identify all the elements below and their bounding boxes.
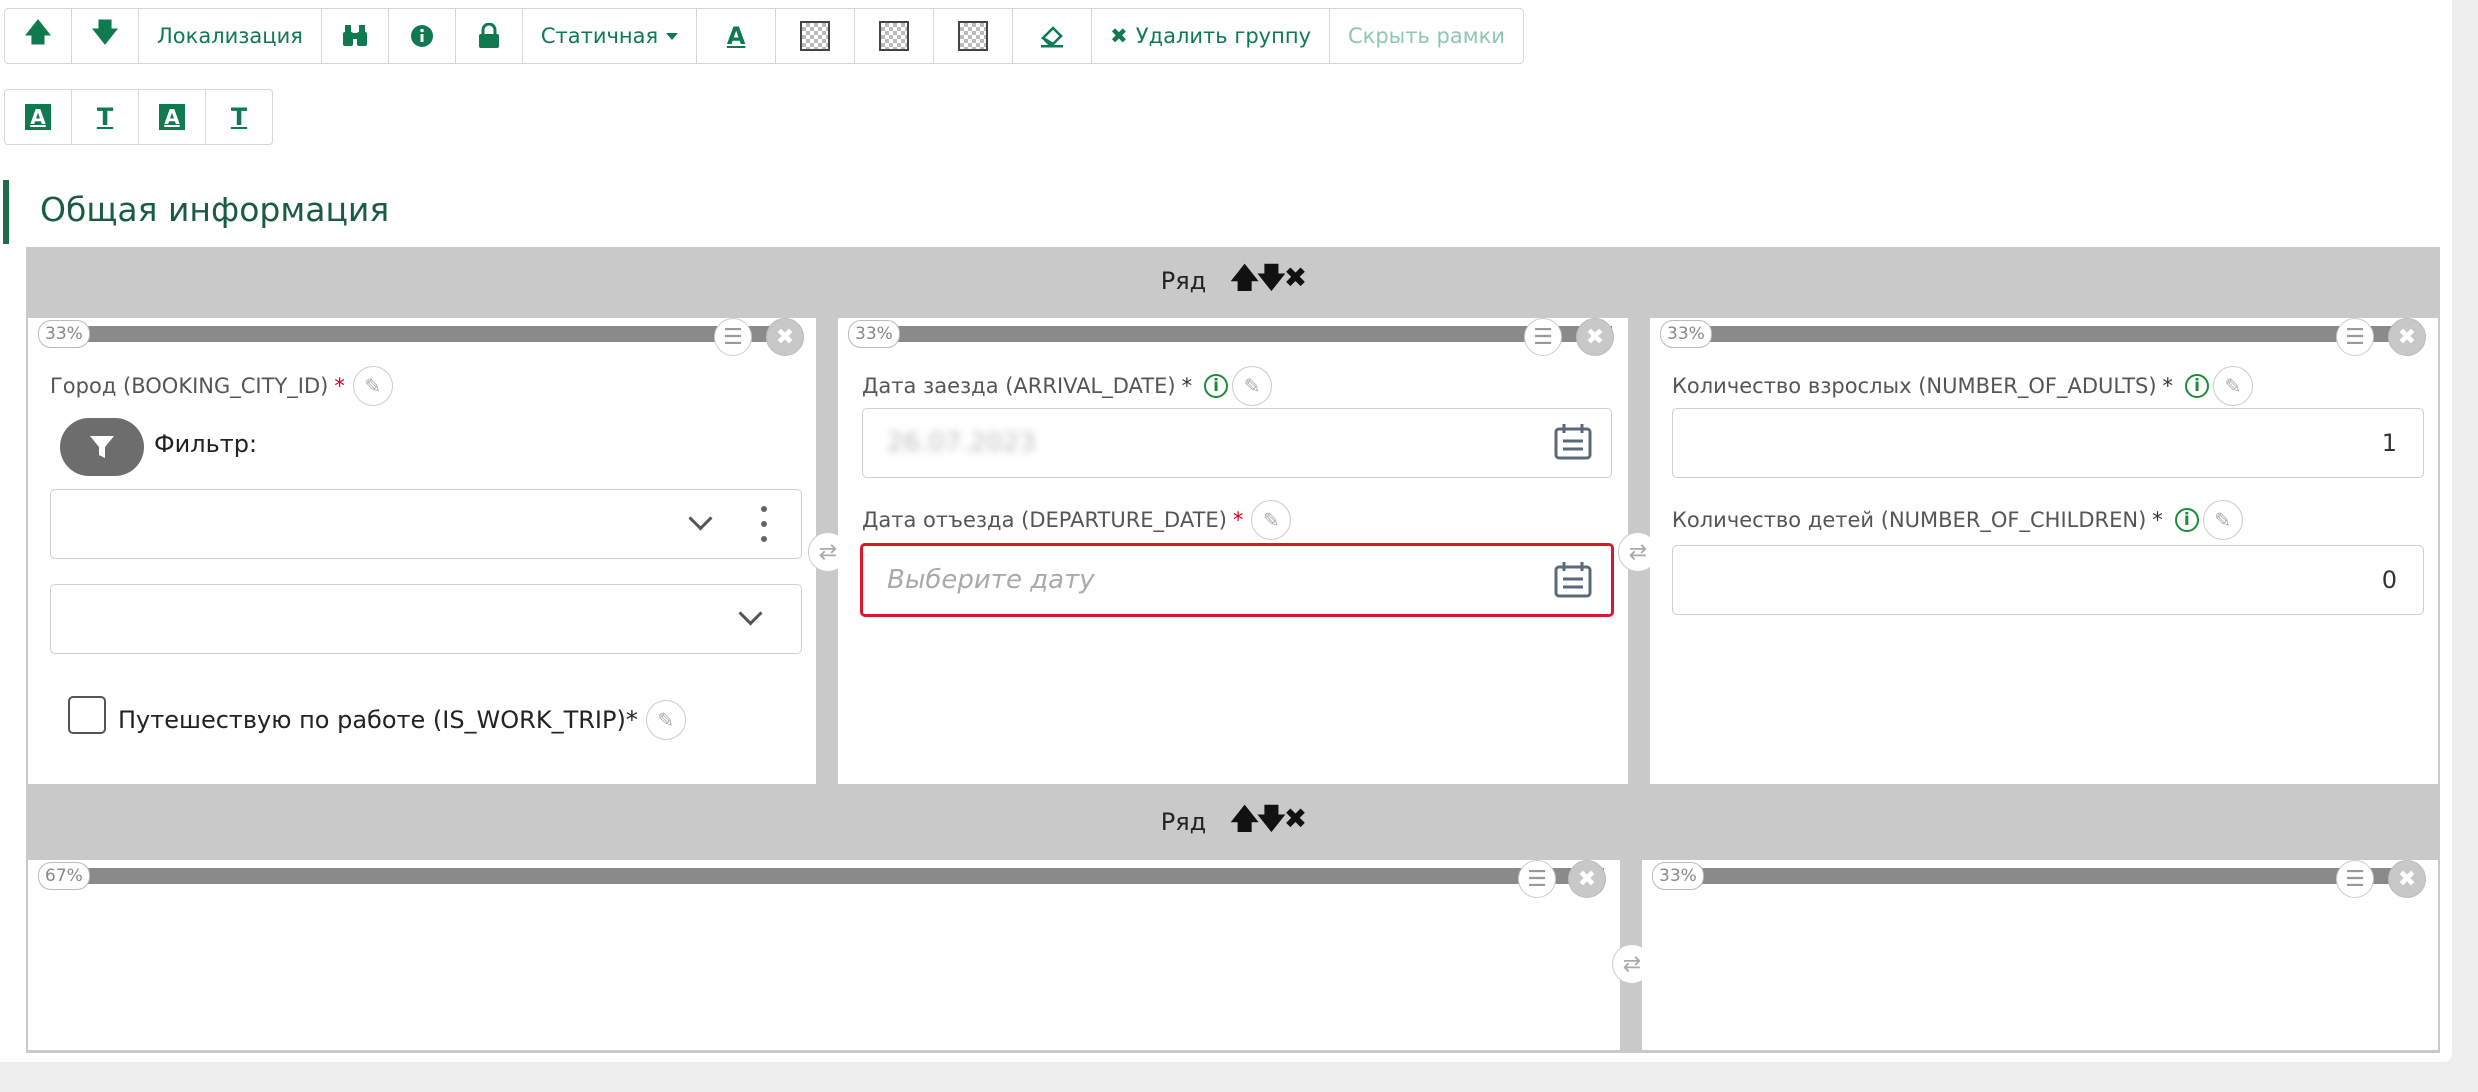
format-toolbar: A T A T — [4, 89, 273, 147]
arrow-up-icon: 🡅 — [24, 18, 52, 48]
column-width-bar[interactable] — [854, 326, 1612, 342]
column-width-bar[interactable] — [44, 326, 800, 342]
column-remove-button[interactable]: ✖ — [1568, 860, 1606, 898]
column-remove-button[interactable]: ✖ — [2388, 318, 2426, 356]
city-label: Город (BOOKING_CITY_ID) * ✎ — [50, 366, 393, 406]
edit-icon[interactable]: ✎ — [1232, 366, 1273, 406]
main-toolbar: 🡅 🡇 Локализация Статичная A ✖ Удалить гру… — [4, 8, 1524, 66]
column-percent-badge: 67% — [38, 862, 90, 890]
column-remove-button[interactable]: ✖ — [2388, 860, 2426, 898]
column-percent-badge: 33% — [848, 320, 900, 348]
departure-date-input[interactable]: Выберите дату — [860, 543, 1614, 617]
row-header-2: Ряд 🡅🡇✖ — [26, 788, 2440, 856]
transparent-pattern-icon — [879, 21, 910, 51]
column-settings-button[interactable]: ☰ — [1518, 860, 1556, 898]
calendar-icon[interactable] — [1553, 561, 1593, 599]
column-remove-button[interactable]: ✖ — [766, 318, 804, 356]
arrival-date-input[interactable]: 26.07.2023 — [862, 408, 1612, 478]
hide-frames-button[interactable]: Скрыть рамки — [1329, 8, 1524, 64]
column-settings-button[interactable]: ☰ — [1524, 318, 1562, 356]
adults-input[interactable]: 1 — [1672, 408, 2424, 478]
section-title: Общая информация — [40, 190, 390, 229]
more-vertical-icon[interactable] — [761, 506, 767, 542]
bg-text-button-2[interactable]: A — [138, 89, 206, 145]
adults-label: Количество взрослых (NUMBER_OF_ADULTS) * … — [1672, 366, 2254, 406]
row2-column-1: 67% ☰ ✖ — [28, 860, 1620, 1050]
text-format-button[interactable]: T — [71, 89, 139, 145]
filter-button[interactable] — [60, 418, 144, 476]
bg-text-button[interactable]: A — [4, 89, 72, 145]
city-select-1[interactable] — [50, 489, 802, 559]
arrival-date-label: Дата заезда (ARRIVAL_DATE) * i ✎ — [862, 366, 1273, 406]
column-settings-button[interactable]: ☰ — [2336, 860, 2374, 898]
lock-icon — [478, 23, 499, 48]
column-remove-button[interactable]: ✖ — [1576, 318, 1614, 356]
filter-label: Фильтр: — [154, 430, 258, 458]
chevron-down-icon — [738, 601, 763, 626]
edit-icon[interactable]: ✎ — [1251, 500, 1292, 540]
children-label: Количество детей (NUMBER_OF_CHILDREN) * i… — [1672, 500, 2243, 540]
move-up-button[interactable]: 🡅 — [4, 8, 72, 64]
column-width-bar[interactable] — [1666, 326, 2422, 342]
row-controls-icons[interactable]: 🡅🡇✖ — [1230, 798, 1307, 846]
transparent-pattern-icon — [800, 21, 831, 51]
city-select-2[interactable] — [50, 584, 802, 654]
background-button-3[interactable] — [933, 8, 1014, 64]
caret-down-icon — [666, 32, 679, 40]
column-settings-button[interactable]: ☰ — [2336, 318, 2374, 356]
column-width-bar[interactable] — [1658, 868, 2422, 884]
calendar-icon[interactable] — [1553, 423, 1593, 461]
edit-icon[interactable]: ✎ — [352, 366, 393, 406]
close-icon: ✖ — [1110, 24, 1128, 48]
eraser-button[interactable] — [1012, 8, 1093, 64]
edit-icon[interactable]: ✎ — [2213, 366, 2254, 406]
column-settings-button[interactable]: ☰ — [714, 318, 752, 356]
text-color-button[interactable]: A — [696, 8, 777, 64]
eraser-icon — [1041, 26, 1064, 48]
column-percent-badge: 33% — [1660, 320, 1712, 348]
column-percent-badge: 33% — [1652, 862, 1704, 890]
filter-icon — [90, 436, 114, 458]
delete-group-button[interactable]: ✖ Удалить группу — [1091, 8, 1330, 64]
move-down-button[interactable]: 🡇 — [71, 8, 139, 64]
section-accent-bar — [3, 180, 9, 244]
text-format-button-2[interactable]: T — [205, 89, 273, 145]
background-button-2[interactable] — [854, 8, 935, 64]
edit-icon[interactable]: ✎ — [645, 700, 686, 740]
column-width-bar[interactable] — [44, 868, 1604, 884]
row-controls-icons[interactable]: 🡅🡇✖ — [1230, 257, 1307, 305]
work-trip-checkbox[interactable] — [68, 696, 106, 734]
localization-button[interactable]: Локализация — [138, 8, 322, 64]
departure-date-label: Дата отъезда (DEPARTURE_DATE) * ✎ — [862, 500, 1292, 540]
work-trip-label: Путешествую по работе (IS_WORK_TRIP)* ✎ — [118, 700, 686, 740]
info-icon[interactable]: i — [1204, 374, 1229, 398]
info-button[interactable] — [387, 8, 456, 64]
info-icon — [410, 25, 433, 47]
binoculars-button[interactable] — [320, 8, 389, 64]
children-input[interactable]: 0 — [1672, 545, 2424, 615]
background-button-1[interactable] — [775, 8, 856, 64]
column-percent-badge: 33% — [38, 320, 90, 348]
row2-column-2: 33% ☰ ✖ — [1642, 860, 2438, 1050]
chevron-down-icon — [688, 506, 713, 531]
arrow-down-icon: 🡇 — [91, 18, 119, 48]
lock-button[interactable] — [454, 8, 523, 64]
info-icon[interactable]: i — [2174, 508, 2199, 532]
static-dropdown[interactable]: Статичная — [521, 8, 698, 64]
info-icon[interactable]: i — [2185, 374, 2210, 398]
edit-icon[interactable]: ✎ — [2202, 500, 2243, 540]
transparent-pattern-icon — [958, 21, 989, 51]
binoculars-icon — [342, 25, 367, 46]
row-header-1: Ряд 🡅🡇✖ — [26, 247, 2440, 315]
